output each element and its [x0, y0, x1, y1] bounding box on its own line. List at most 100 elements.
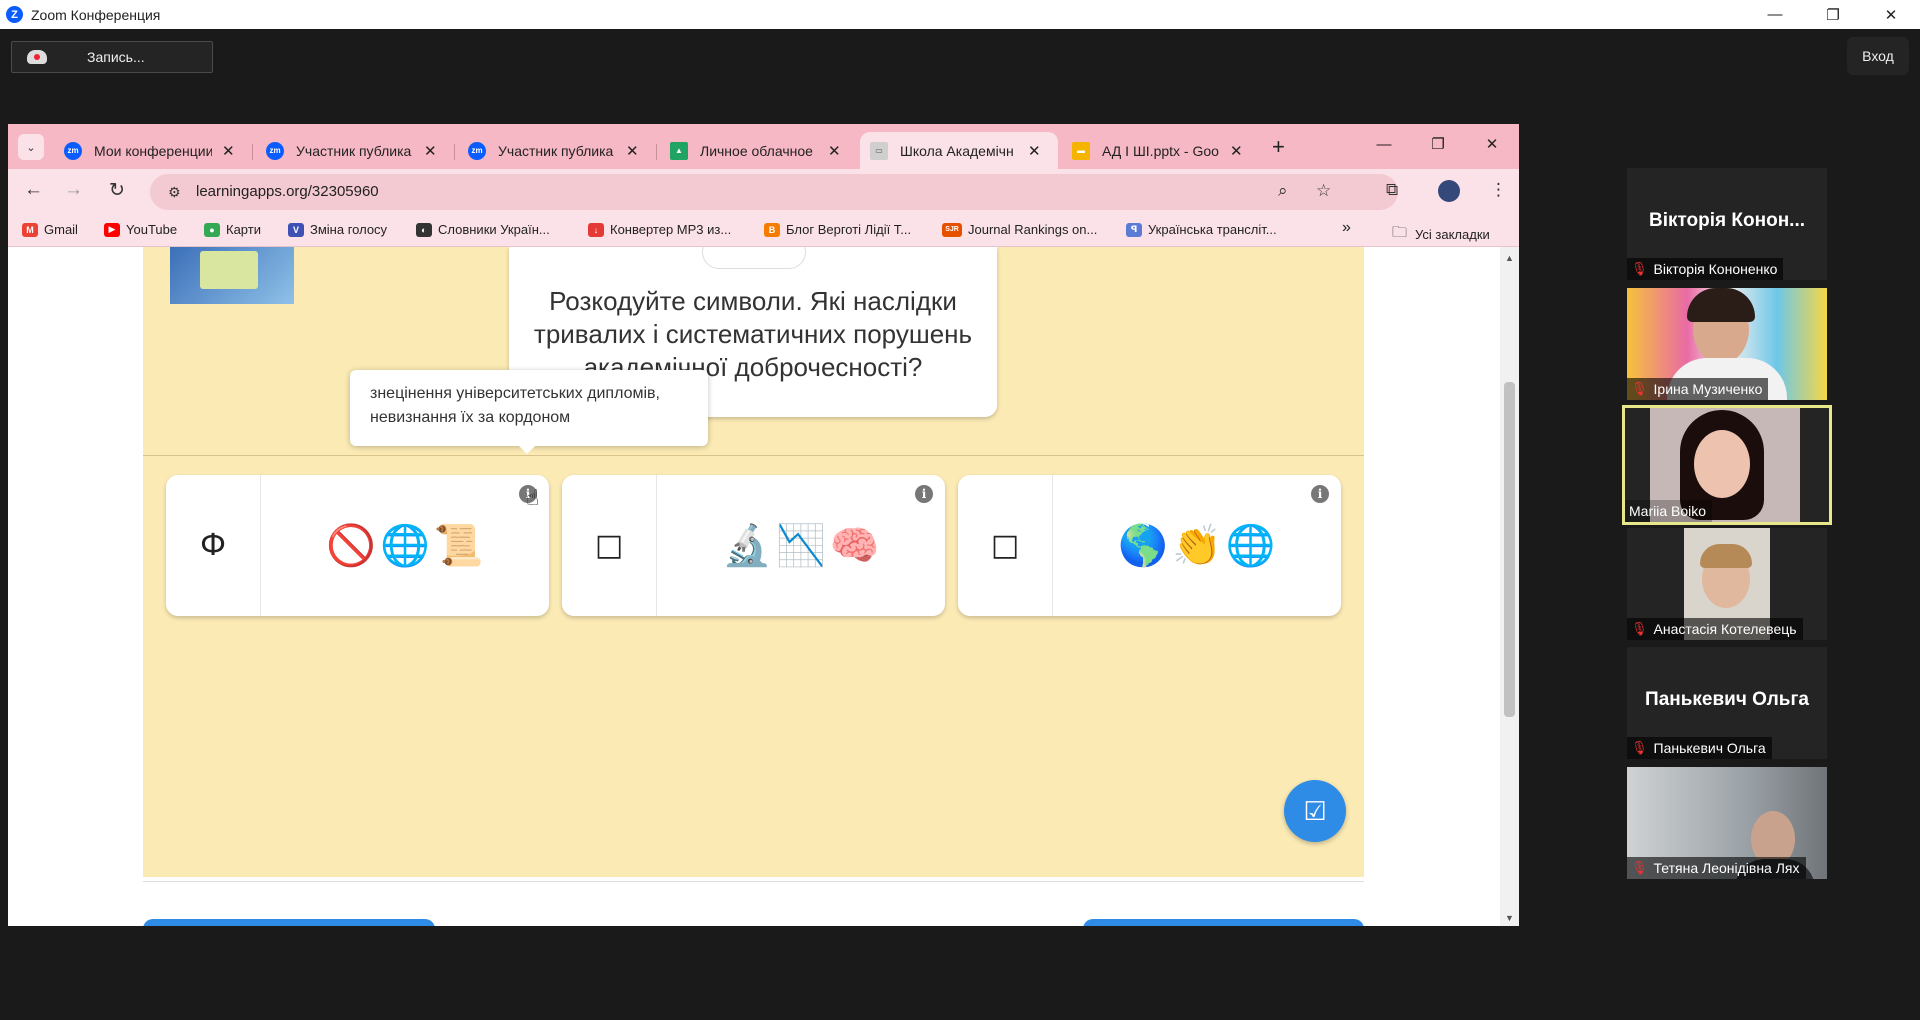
browser-close-button[interactable]: ✕	[1465, 124, 1519, 164]
app-bottom-border	[143, 881, 1364, 882]
browser-minimize-button[interactable]: —	[1357, 124, 1411, 164]
tab-search-button[interactable]: ⌄	[18, 134, 44, 160]
tab-label: АД І ШІ.pptx - Goo	[1102, 142, 1219, 159]
restore-button[interactable]: ❐	[1804, 0, 1862, 29]
blogger-icon: B	[764, 222, 780, 237]
menu-kebab-icon[interactable]: ⋮	[1490, 180, 1507, 200]
bookmark-transliteration[interactable]: ꟼ Українська трансліт...	[1126, 222, 1277, 237]
tab-participant-2[interactable]: zm Участник публика ✕	[458, 132, 639, 169]
back-arrow-icon[interactable]: ←	[24, 179, 43, 201]
tab-close-icon[interactable]: ✕	[424, 142, 437, 160]
tab-slides[interactable]: ▬ АД І ШІ.pptx - Goo ✕	[1062, 132, 1243, 169]
bookmark-label: Усі закладки	[1415, 227, 1490, 242]
download-icon: ↓	[588, 222, 604, 237]
info-icon[interactable]: i	[915, 485, 933, 503]
bookmark-mp3-converter[interactable]: ↓ Конвертер MP3 из...	[588, 222, 731, 237]
scroll-down-icon[interactable]: ▼	[1505, 913, 1514, 923]
hand-cursor-icon: ☝	[526, 485, 540, 510]
profile-avatar[interactable]	[1438, 180, 1460, 202]
close-button[interactable]: ✕	[1862, 0, 1920, 29]
participant-tile-6[interactable]: 🎙︎ Тетяна Леонідівна Лях	[1627, 767, 1827, 879]
forward-arrow-icon[interactable]: →	[64, 179, 83, 201]
tab-learningapps[interactable]: ▭ Школа Академічн ✕	[860, 132, 1058, 169]
reload-icon[interactable]: ↻	[109, 179, 125, 202]
maps-icon: ●	[204, 222, 220, 237]
extensions-icon[interactable]: ⧉	[1386, 180, 1398, 200]
bookmark-voice-change[interactable]: V Зміна голосу	[288, 222, 387, 237]
bottom-right-button[interactable]	[1083, 919, 1364, 926]
bookmark-dictionaries[interactable]: ◐ Словники Україн...	[416, 222, 550, 237]
tab-separator	[656, 144, 657, 160]
tab-close-icon[interactable]: ✕	[828, 142, 841, 160]
tab-my-conferences[interactable]: zm Мои конференции ✕	[54, 132, 235, 169]
tab-close-icon[interactable]: ✕	[1230, 142, 1243, 160]
mic-muted-icon: 🎙︎	[1631, 381, 1648, 396]
bookmark-label: Блог Верготі Лідії Т...	[786, 222, 912, 237]
browser-restore-button[interactable]: ❐	[1411, 124, 1465, 164]
site-settings-icon[interactable]: ⚙	[168, 184, 181, 201]
minimize-button[interactable]: —	[1746, 0, 1804, 29]
page-scrollbar[interactable]: ▲ ▼	[1500, 247, 1519, 926]
participant-tile-3[interactable]: Mariia Boiko	[1622, 405, 1832, 525]
participant-name: Вікторія Кононенко	[1653, 261, 1778, 277]
tab-separator	[454, 144, 455, 160]
bookmark-label: YouTube	[126, 222, 178, 237]
participant-tile-1[interactable]: Вікторія Конон... 🎙︎ Вікторія Кононенко	[1627, 168, 1827, 280]
microscope-icon: 🔬	[722, 523, 773, 569]
answer-input-slot[interactable]: □	[562, 475, 657, 616]
scroll-icon: 📜	[433, 523, 484, 569]
tab-close-icon[interactable]: ✕	[626, 142, 639, 160]
bookmark-label: Gmail	[44, 222, 78, 237]
participant-tile-5[interactable]: Панькевич Ольга 🎙︎ Панькевич Ольга	[1627, 647, 1827, 759]
tab-close-icon[interactable]: ✕	[1028, 142, 1041, 160]
app-thumbnail-image	[170, 247, 294, 304]
question-counter	[702, 247, 806, 269]
bookmark-maps[interactable]: ● Карти	[204, 222, 261, 237]
check-answers-button[interactable]: ☑	[1284, 780, 1346, 842]
more-bookmarks-button[interactable]: »	[1342, 219, 1351, 237]
tab-close-icon[interactable]: ✕	[222, 142, 235, 160]
youtube-icon: ▶	[104, 222, 120, 237]
participant-name-label: Mariia Boiko	[1625, 500, 1713, 522]
globe-icon: 🌐	[380, 523, 430, 569]
answer-card-1[interactable]: Ф 🚫 🌐 📜 i	[166, 475, 549, 616]
zoom-favicon-icon: zm	[64, 141, 82, 160]
enter-button[interactable]: Вход	[1847, 37, 1909, 75]
emoji-clue: 🌎 👏 🌐	[1053, 475, 1341, 616]
address-bar[interactable]: ⚙ learningapps.org/32305960 ⌕ ☆	[150, 174, 1398, 210]
tab-participant-1[interactable]: zm Участник публика ✕	[256, 132, 437, 169]
answer-card-2[interactable]: □ 🔬 📉 🧠 i	[562, 475, 945, 616]
learningapps-favicon-icon: ▭	[870, 141, 888, 160]
info-icon[interactable]: i	[1311, 485, 1329, 503]
scrollbar-thumb[interactable]	[1504, 382, 1515, 717]
bookmark-label: Словники Україн...	[438, 222, 550, 237]
tab-cloud-storage[interactable]: ▲ Личное облачное ✕	[660, 132, 841, 169]
prohibited-icon: 🚫	[326, 523, 377, 569]
bookmark-blog[interactable]: B Блог Верготі Лідії Т...	[764, 222, 911, 237]
url-text[interactable]: learningapps.org/32305960	[196, 183, 379, 200]
all-bookmarks-folder[interactable]: 🗀 Усі закладки	[1392, 222, 1490, 247]
new-tab-button[interactable]: +	[1272, 134, 1285, 160]
bookmark-youtube[interactable]: ▶ YouTube	[104, 222, 177, 237]
bottom-left-button[interactable]	[143, 919, 435, 926]
bookmark-star-icon[interactable]: ☆	[1316, 181, 1331, 201]
zoom-favicon-icon: zm	[468, 141, 486, 160]
scroll-up-icon[interactable]: ▲	[1505, 253, 1514, 263]
recording-indicator[interactable]: Запись...	[11, 41, 213, 73]
shared-screen-browser: ⌄ zm Мои конференции ✕ zm Участник публи…	[8, 124, 1519, 926]
participant-name-label: 🎙︎ Вікторія Кононенко	[1627, 258, 1784, 280]
answer-input-slot[interactable]: Ф	[166, 475, 261, 616]
answer-input-slot[interactable]: □	[958, 475, 1053, 616]
zoom-window-controls: — ❐ ✕	[1746, 0, 1920, 29]
browser-toolbar: ← → ↻ ⚙ learningapps.org/32305960 ⌕ ☆ ⧉ …	[8, 169, 1519, 213]
participant-tile-4[interactable]: 🎙︎ Анастасія Котелевець	[1627, 528, 1827, 640]
tab-label: Личное облачное	[700, 142, 813, 159]
zoom-logo-icon: Z	[6, 6, 23, 23]
bookmark-journal-rankings[interactable]: SJR Journal Rankings on...	[942, 222, 1097, 237]
bookmark-gmail[interactable]: M Gmail	[22, 222, 78, 237]
participant-tile-2[interactable]: 🎙︎ Ірина Музиченко	[1627, 288, 1827, 400]
answer-card-3[interactable]: □ 🌎 👏 🌐 i	[958, 475, 1341, 616]
hint-tooltip: знецінення університетських дипломів, не…	[350, 370, 708, 454]
bookmark-label: Карти	[226, 222, 261, 237]
zoom-magnifier-icon[interactable]: ⌕	[1278, 181, 1288, 201]
